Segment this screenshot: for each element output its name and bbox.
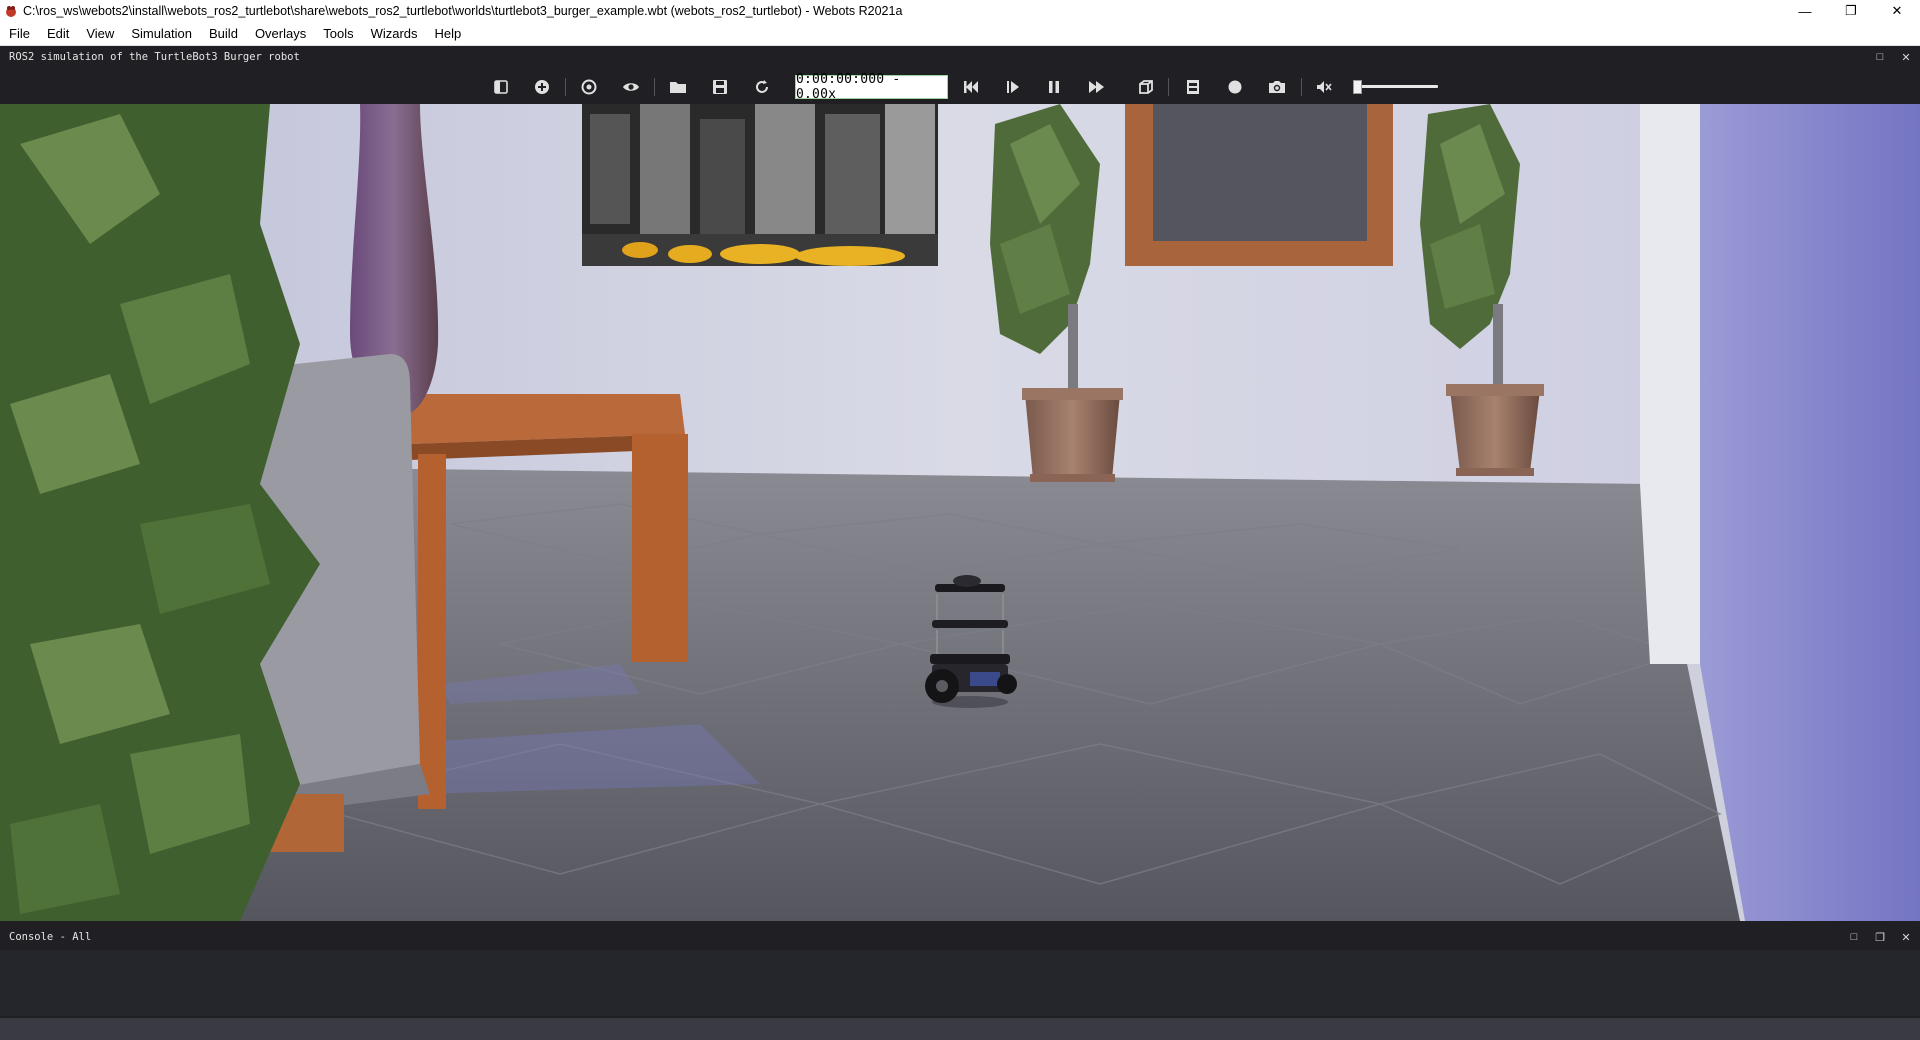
close-console-button[interactable]: ✕ — [1900, 931, 1912, 944]
console-title: Console - All — [9, 931, 92, 943]
reset-simulation-button[interactable] — [959, 75, 983, 99]
hide-scene-tree-icon — [494, 80, 508, 94]
restore-button[interactable]: ❐ — [1828, 0, 1874, 22]
menu-edit[interactable]: Edit — [38, 22, 77, 46]
visibility-icon — [623, 83, 639, 91]
visibility-button[interactable] — [619, 75, 643, 99]
3d-view-header: ROS2 simulation of the TurtleBot3 Burger… — [0, 46, 1920, 68]
window-title: C:\ros_ws\webots2\install\webots_ros2_tu… — [23, 4, 903, 18]
maximize-view-button[interactable]: □ — [1874, 51, 1886, 63]
3d-view-title: ROS2 simulation of the TurtleBot3 Burger… — [9, 51, 300, 63]
city-poster — [582, 104, 938, 266]
record-movie-button[interactable] — [1181, 75, 1205, 99]
close-button[interactable]: ✕ — [1874, 0, 1920, 22]
toolbar-separator — [1168, 78, 1169, 96]
right-wall-purple — [1700, 104, 1920, 921]
webots-app-icon — [6, 6, 16, 17]
close-view-button[interactable]: ✕ — [1900, 51, 1912, 64]
right-wall-white — [1640, 104, 1700, 664]
title-bar: C:\ros_ws\webots2\install\webots_ros2_tu… — [0, 0, 1920, 22]
add-node-icon — [535, 80, 549, 94]
open-world-icon — [670, 82, 686, 93]
slider-handle[interactable] — [1353, 80, 1362, 94]
toolbar-separator — [565, 78, 566, 96]
record-animation-button[interactable] — [1223, 75, 1247, 99]
menu-file[interactable]: File — [0, 22, 38, 46]
menu-build[interactable]: Build — [200, 22, 246, 46]
menu-tools[interactable]: Tools — [314, 22, 361, 46]
record-movie-icon — [1187, 80, 1199, 94]
simulation-time-text: 0:00:00:000 - 0.00x — [796, 72, 901, 102]
screenshot-icon — [1269, 81, 1285, 93]
rendering-icon — [1139, 80, 1153, 94]
toolbar-separator — [1301, 78, 1302, 96]
menu-help[interactable]: Help — [426, 22, 470, 46]
mute-icon — [1317, 81, 1332, 93]
maximize-console-button[interactable]: □ — [1848, 931, 1860, 943]
3d-view-dock: ROS2 simulation of the TurtleBot3 Burger… — [0, 46, 1920, 926]
menu-simulation[interactable]: Simulation — [122, 22, 200, 46]
sound-volume-slider[interactable] — [1353, 80, 1438, 94]
menu-view[interactable]: View — [77, 22, 122, 46]
undock-console-button[interactable]: ❐ — [1874, 931, 1886, 944]
3d-scene-viewport[interactable] — [0, 104, 1920, 921]
status-bar — [0, 1018, 1920, 1040]
pause-button[interactable] — [1042, 75, 1066, 99]
step-icon — [1007, 81, 1019, 93]
fast-forward-icon — [1089, 81, 1104, 93]
save-world-button[interactable] — [708, 75, 732, 99]
step-button[interactable] — [1001, 75, 1025, 99]
3d-scene — [0, 104, 1920, 921]
console-header: Console - All □ ❐ ✕ — [0, 926, 1920, 948]
simulation-time-display: 0:00:00:000 - 0.00x — [795, 72, 948, 102]
reload-world-button[interactable] — [750, 75, 774, 99]
minimize-button[interactable]: — — [1782, 0, 1828, 22]
pause-icon — [1049, 81, 1059, 93]
simulation-toolbar: 0:00:00:000 - 0.00x — [0, 72, 1920, 102]
rendering-button[interactable] — [1134, 75, 1158, 99]
slider-track — [1353, 85, 1438, 88]
console-dock: Console - All □ ❐ ✕ — [0, 926, 1920, 1018]
mute-button[interactable] — [1312, 75, 1336, 99]
view-point-button[interactable] — [577, 75, 601, 99]
add-node-button[interactable] — [530, 75, 554, 99]
hide-scene-tree-button[interactable] — [489, 75, 513, 99]
view-point-icon — [581, 79, 597, 95]
open-world-button[interactable] — [666, 75, 690, 99]
toolbar-separator — [654, 78, 655, 96]
reload-world-icon — [756, 80, 768, 93]
save-world-icon — [713, 80, 727, 94]
screenshot-button[interactable] — [1265, 75, 1289, 99]
menu-wizards[interactable]: Wizards — [362, 22, 426, 46]
fast-forward-button[interactable] — [1085, 75, 1109, 99]
menu-overlays[interactable]: Overlays — [246, 22, 314, 46]
chalkboard — [1125, 104, 1393, 266]
record-animation-icon — [1228, 80, 1242, 94]
reset-simulation-icon — [964, 81, 978, 93]
menu-bar: File Edit View Simulation Build Overlays… — [0, 22, 1920, 46]
console-output[interactable] — [0, 950, 1920, 1016]
